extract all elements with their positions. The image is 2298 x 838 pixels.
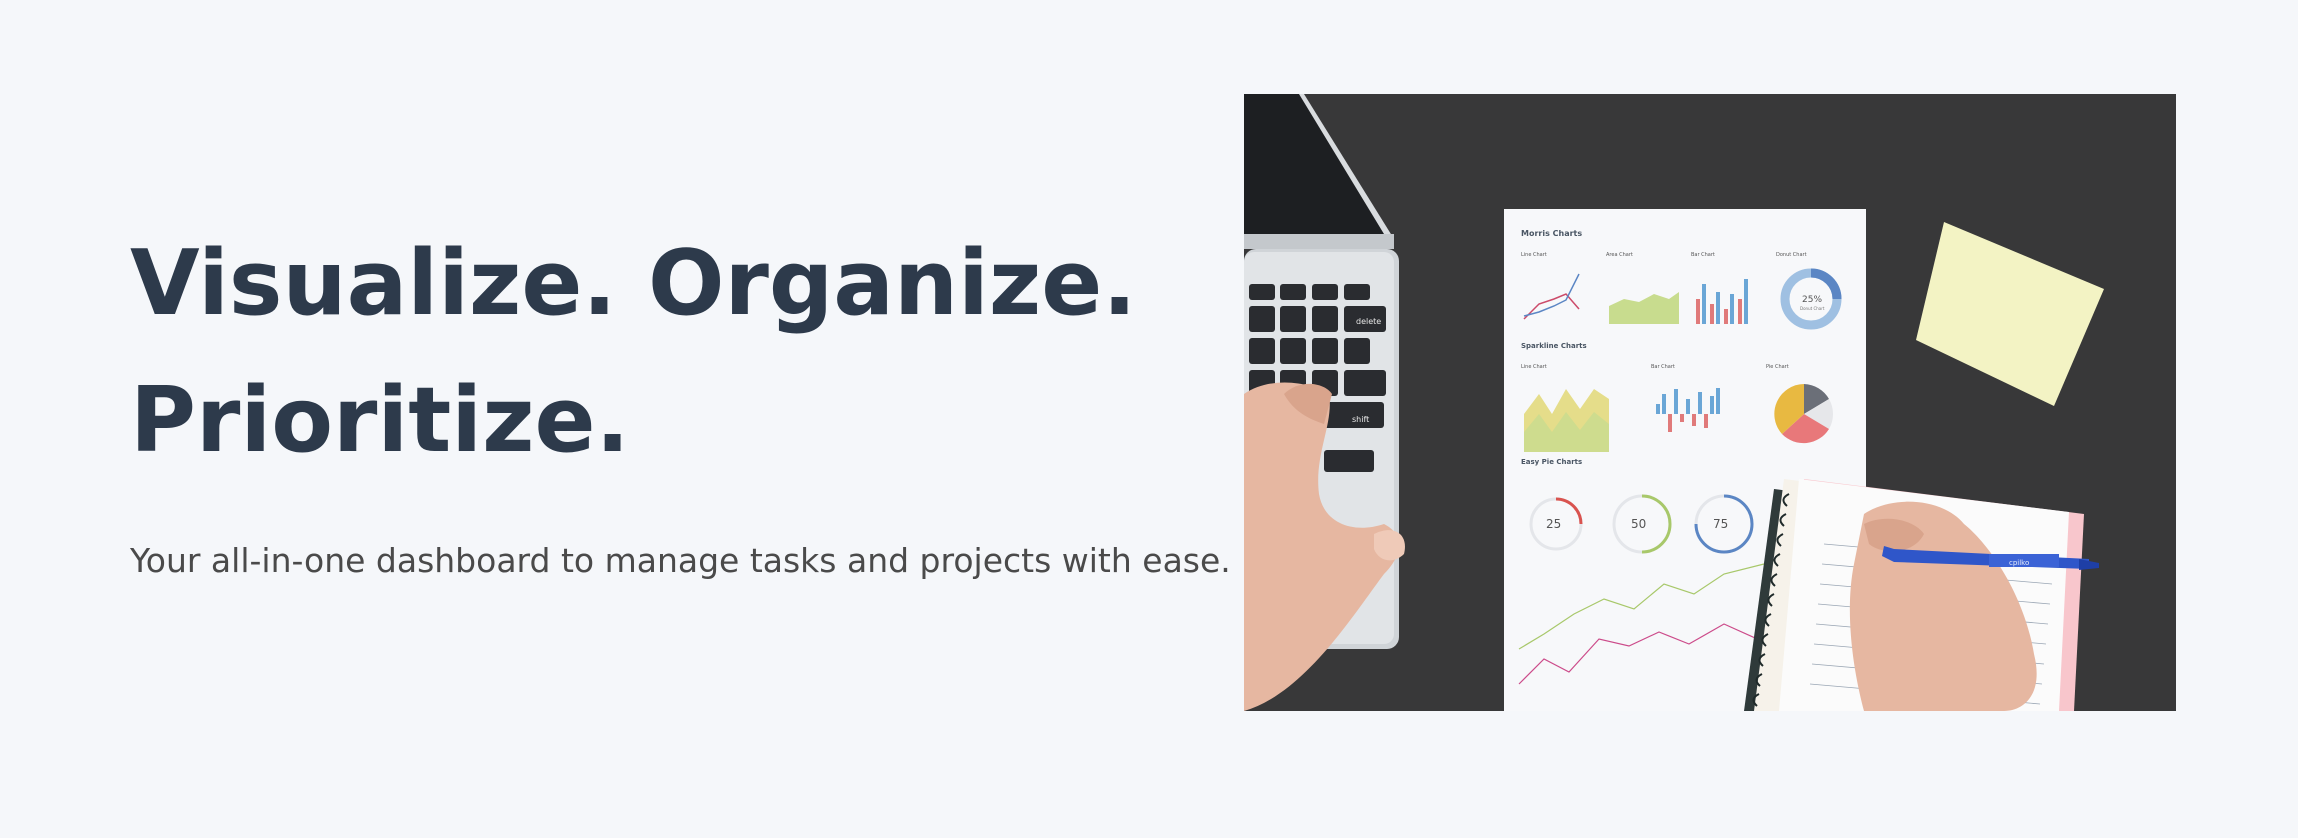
easy-pie-50: 50 xyxy=(1631,517,1646,531)
sheet-section-easy-pie: Easy Pie Charts xyxy=(1521,458,1582,466)
hero-title-line-1: Visualize. Organize. xyxy=(130,231,1137,336)
dashboard-photo-illustration: delete shift Morris Charts Line Chart Ar… xyxy=(1244,94,2176,711)
spark-label-bar: Bar Chart xyxy=(1651,364,1675,370)
sheet-label-area: Area Chart xyxy=(1606,252,1633,258)
easy-pie-75: 75 xyxy=(1713,517,1728,531)
key-delete-label: delete xyxy=(1356,317,1381,326)
sheet-label-line: Line Chart xyxy=(1521,252,1547,258)
spark-label-pie: Pie Chart xyxy=(1766,364,1789,370)
hero-section: Visualize. Organize. Prioritize. Your al… xyxy=(0,0,2298,838)
pen-brand: cpilko xyxy=(2009,559,2029,567)
donut-value: 25% xyxy=(1802,295,1822,305)
spark-label-line: Line Chart xyxy=(1521,364,1547,370)
hero-photo: delete shift Morris Charts Line Chart Ar… xyxy=(1244,94,2176,711)
key-shift-label: shift xyxy=(1352,415,1369,424)
donut-caption: Donut Chart xyxy=(1800,306,1825,311)
sheet-label-donut: Donut Chart xyxy=(1776,252,1807,258)
hero-title: Visualize. Organize. Prioritize. xyxy=(130,215,1210,489)
sheet-label-bar: Bar Chart xyxy=(1691,252,1715,258)
hero-text-block: Visualize. Organize. Prioritize. Your al… xyxy=(130,215,1231,581)
hero-title-line-2: Prioritize. xyxy=(130,368,630,473)
sheet-section-sparkline: Sparkline Charts xyxy=(1521,342,1587,350)
sheet-title: Morris Charts xyxy=(1521,229,1582,238)
easy-pie-25: 25 xyxy=(1546,517,1561,531)
hero-subtitle: Your all-in-one dashboard to manage task… xyxy=(130,541,1231,580)
